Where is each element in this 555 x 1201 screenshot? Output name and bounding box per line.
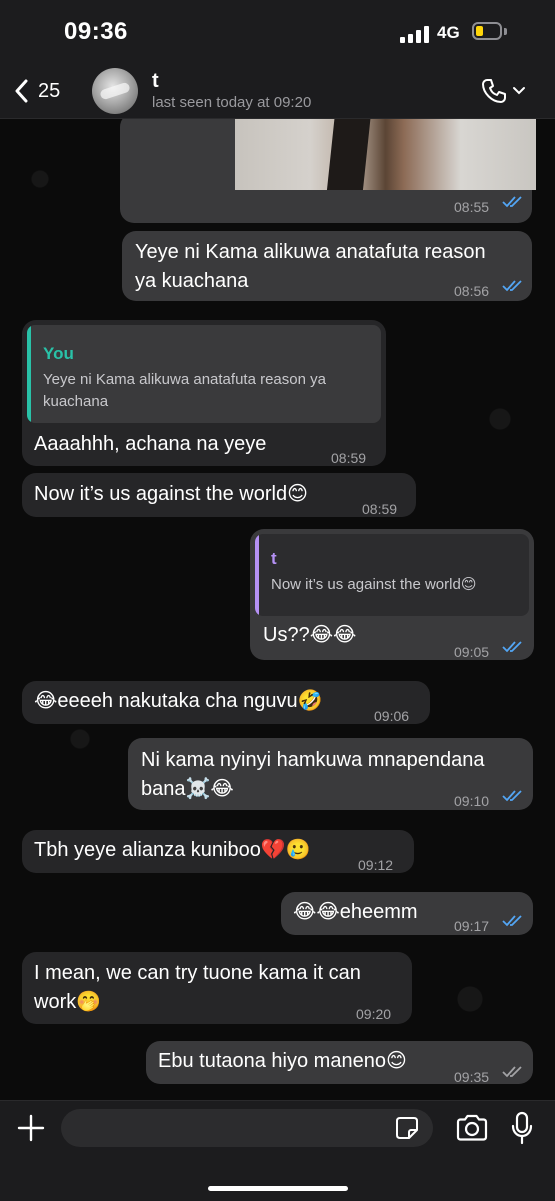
read-ticks-icon [502,280,522,292]
message-time: 09:17 [454,918,490,934]
quote-text: Now it’s us against the world😊 [271,576,477,593]
message-text: Ebu tutaona hiyo maneno😊 [158,1050,407,1072]
quote-bar [27,325,31,423]
message-text: Now it’s us against the world😊 [34,483,308,505]
delivered-ticks-icon [502,1066,522,1078]
message-time: 09:35 [454,1069,490,1085]
message-time: 08:56 [454,283,490,299]
message-line: I mean, we can try tuone kama it can [34,962,361,984]
message-text: Us??😂😂 [263,624,357,646]
camera-icon[interactable] [455,1113,489,1143]
quote-line: kuachana [43,393,109,410]
chat-header: 25 t last seen today at 09:20 [0,64,555,119]
contact-name[interactable]: t [152,70,159,93]
read-ticks-icon [502,196,522,208]
message-bubble[interactable]: t Now it’s us against the world😊 Us??😂😂 … [250,529,534,660]
message-bubble[interactable]: I mean, we can try tuone kama it can wor… [22,952,412,1024]
message-time: 08:55 [454,199,490,215]
sticker-icon[interactable] [394,1115,420,1141]
quoted-message[interactable]: You Yeye ni Kama alikuwa anatafuta reaso… [27,325,381,423]
quote-line: Yeye ni Kama alikuwa anatafuta reason ya [43,371,326,388]
avatar[interactable] [92,68,138,114]
message-bubble[interactable]: 08:55 [120,119,536,223]
chevron-left-icon [15,79,28,103]
status-time: 09:36 [64,18,128,45]
message-time: 08:59 [331,450,367,466]
message-text: Aaaahhh, achana na yeye [34,433,267,455]
signal-icon [400,25,430,43]
message-line: Yeye ni Kama alikuwa anatafuta reason [135,241,486,263]
message-text: Tbh yeye alianza kuniboo💔🥲 [34,839,311,861]
message-bubble[interactable]: Now it’s us against the world😊 08:59 [22,473,416,517]
read-ticks-icon [502,790,522,802]
image-thumbnail[interactable] [235,119,536,190]
message-time: 09:06 [374,708,410,724]
battery-icon [472,22,502,40]
message-line: Ni kama nyinyi hamkuwa mnapendana [141,749,485,771]
read-ticks-icon [502,641,522,653]
call-button[interactable] [480,76,530,106]
message-time: 09:05 [454,644,490,660]
message-time: 08:59 [362,501,398,517]
quote-text: Yeye ni Kama alikuwa anatafuta reason ya… [43,369,326,413]
message-time: 09:20 [356,1006,392,1022]
message-bubble[interactable]: Tbh yeye alianza kuniboo💔🥲 09:12 [22,830,414,873]
message-time: 09:12 [358,857,394,873]
chevron-down-icon [513,87,525,95]
quote-author: t [271,549,277,568]
message-line: bana☠️😂 [141,778,234,800]
message-bubble[interactable]: Yeye ni Kama alikuwa anatafuta reason ya… [122,231,532,301]
network-type: 4G [437,23,460,42]
read-ticks-icon [502,915,522,927]
back-button[interactable]: 25 [14,74,60,108]
quoted-message[interactable]: t Now it’s us against the world😊 [255,534,529,616]
message-text: Yeye ni Kama alikuwa anatafuta reason ya… [135,238,486,296]
microphone-icon[interactable] [510,1111,534,1145]
message-bubble[interactable]: Ni kama nyinyi hamkuwa mnapendana bana☠️… [128,738,533,810]
message-text: 😂eeeeh nakutaka cha nguvu🤣 [34,690,323,712]
message-text: I mean, we can try tuone kama it can wor… [34,959,361,1017]
message-line: work🤭 [34,991,102,1013]
battery-cap [504,28,507,35]
message-line: ya kuachana [135,270,249,292]
message-bubble[interactable]: You Yeye ni Kama alikuwa anatafuta reaso… [22,320,386,466]
quote-bar [255,534,259,616]
home-indicator[interactable] [208,1186,348,1191]
message-text: Ni kama nyinyi hamkuwa mnapendana bana☠️… [141,746,485,804]
last-seen-status: last seen today at 09:20 [152,94,312,111]
status-bar: 09:36 4G [0,0,555,64]
unread-count: 25 [38,79,61,102]
message-text: 😂😂eheemm [293,901,418,923]
message-bubble[interactable]: 😂eeeeh nakutaka cha nguvu🤣 09:06 [22,681,430,724]
message-bubble[interactable]: 😂😂eheemm 09:17 [281,892,533,935]
quote-author: You [43,344,74,363]
phone-icon [482,79,506,103]
message-bubble[interactable]: Ebu tutaona hiyo maneno😊 09:35 [146,1041,533,1085]
chat-area[interactable]: 08:55 Yeye ni Kama alikuwa anatafuta rea… [0,119,555,1100]
message-time: 09:10 [454,793,490,809]
message-input[interactable] [61,1109,433,1147]
plus-icon[interactable] [16,1113,46,1143]
